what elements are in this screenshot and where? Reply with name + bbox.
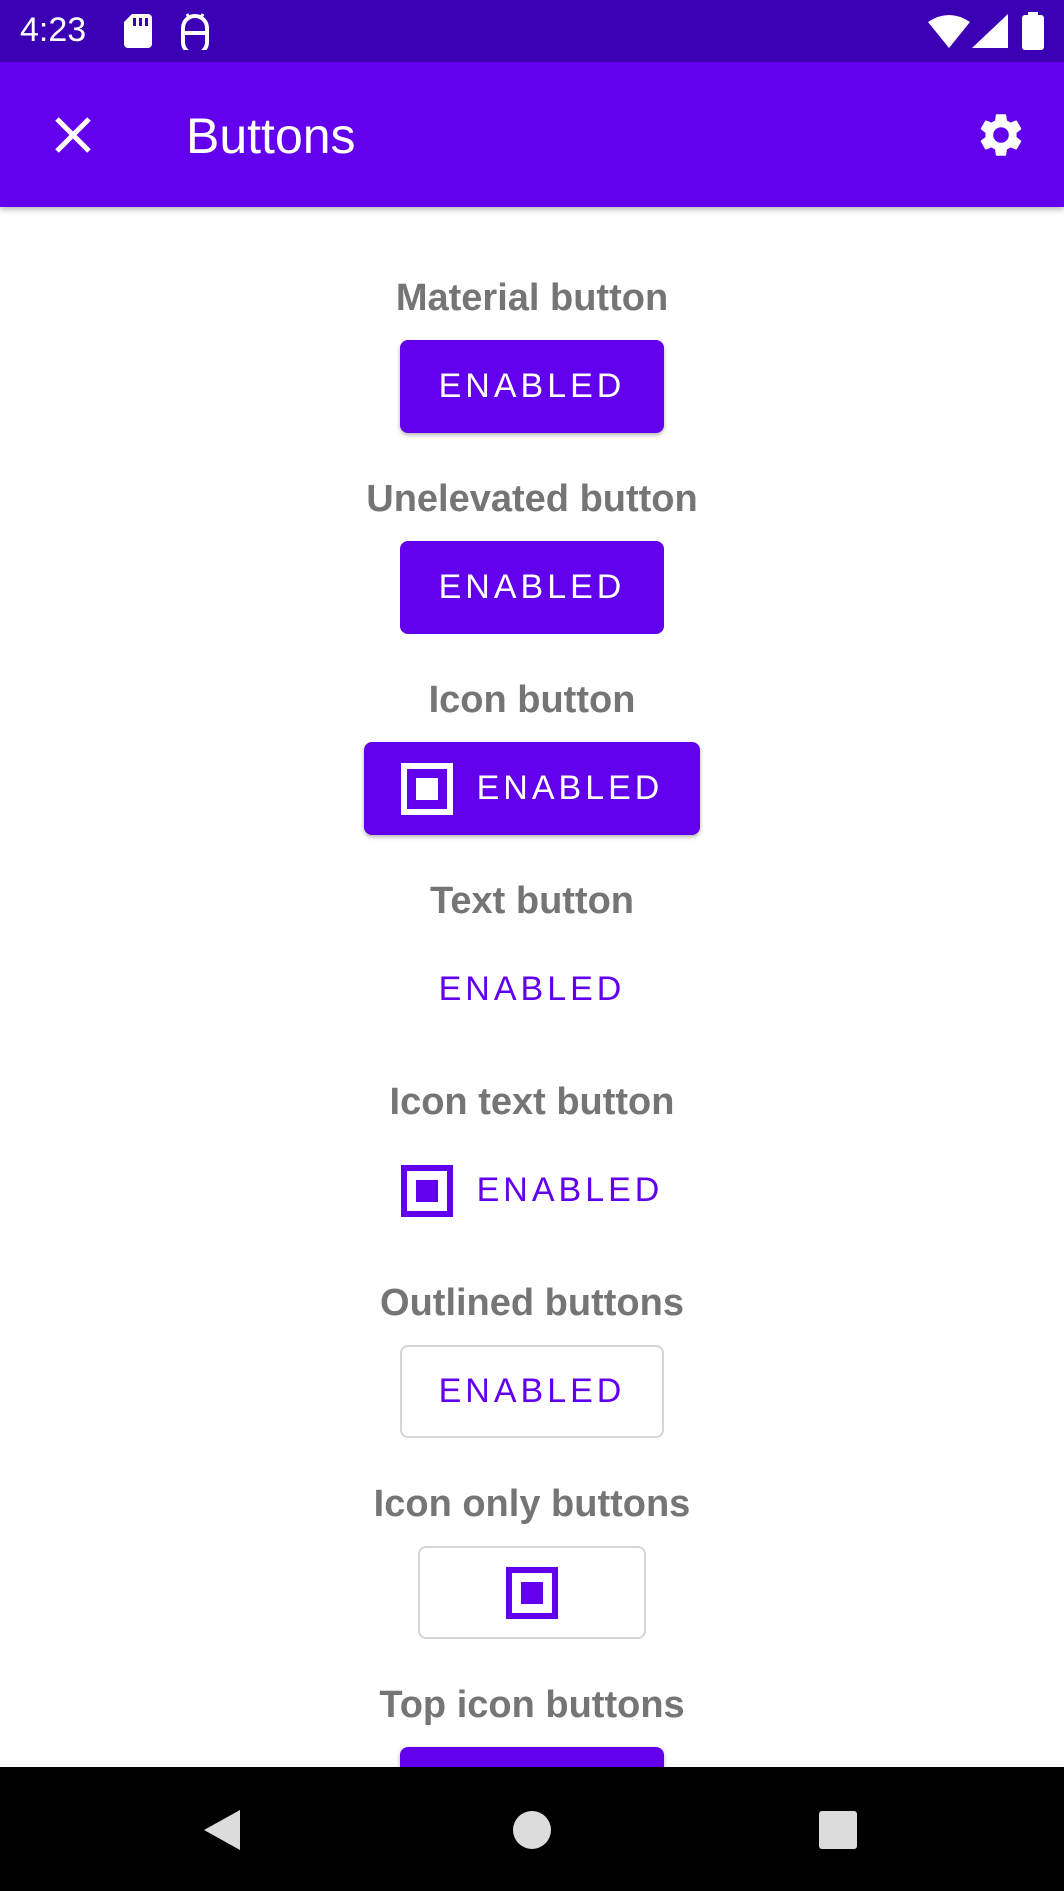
square-icon xyxy=(400,762,453,815)
text-button-label: ENABLED xyxy=(438,970,626,1008)
unelevated-button-label: ENABLED xyxy=(438,568,626,606)
section-title-unelevated: Unelevated button xyxy=(366,478,698,520)
outlined-button-label: ENABLED xyxy=(438,1372,626,1410)
wifi-icon xyxy=(928,15,970,48)
cell-signal-icon xyxy=(972,14,1008,48)
section-title-text: Text button xyxy=(429,880,635,922)
text-button[interactable]: ENABLED xyxy=(420,943,644,1036)
material-button[interactable]: ENABLED xyxy=(400,340,664,433)
battery-icon xyxy=(1022,12,1044,50)
sd-card-icon xyxy=(124,14,152,48)
status-bar: 4:23 xyxy=(0,0,1064,62)
page-title: Buttons xyxy=(186,108,356,164)
icon-text-button[interactable]: ENABLED xyxy=(384,1144,680,1237)
navigation-bar xyxy=(0,1767,1064,1891)
square-icon xyxy=(400,1164,453,1217)
material-button-label: ENABLED xyxy=(438,367,626,405)
section-title-material: Material button xyxy=(395,277,669,319)
section-title-icon-only: Icon only buttons xyxy=(373,1483,691,1525)
icon-button[interactable]: ENABLED xyxy=(364,742,700,835)
icon-button-label: ENABLED xyxy=(476,769,664,807)
unelevated-button[interactable]: ENABLED xyxy=(400,541,664,634)
recents-icon[interactable] xyxy=(818,1810,858,1850)
icon-text-button-label: ENABLED xyxy=(476,1171,664,1209)
close-button[interactable] xyxy=(40,102,106,168)
content-area[interactable]: Material button ENABLED Unelevated butto… xyxy=(0,207,1064,1767)
home-icon[interactable] xyxy=(512,1810,552,1850)
top-icon-button[interactable] xyxy=(400,1747,664,1767)
app-bar: Buttons xyxy=(0,62,1064,207)
screen: 4:23 Buttons Material button ENABLED Une… xyxy=(0,0,1064,1891)
back-icon[interactable] xyxy=(202,1808,242,1852)
close-icon xyxy=(55,117,91,153)
outlined-button[interactable]: ENABLED xyxy=(400,1345,664,1438)
settings-button[interactable] xyxy=(968,102,1034,168)
icon-only-button[interactable] xyxy=(418,1546,646,1639)
section-title-outlined: Outlined buttons xyxy=(380,1282,684,1324)
section-title-top-icon: Top icon buttons xyxy=(379,1684,685,1726)
debug-icon xyxy=(181,13,209,50)
section-title-icon-text: Icon text button xyxy=(389,1081,675,1123)
status-time: 4:23 xyxy=(20,11,87,49)
section-title-icon: Icon button xyxy=(428,679,636,721)
gear-icon xyxy=(980,114,1022,156)
square-icon xyxy=(506,1566,558,1619)
